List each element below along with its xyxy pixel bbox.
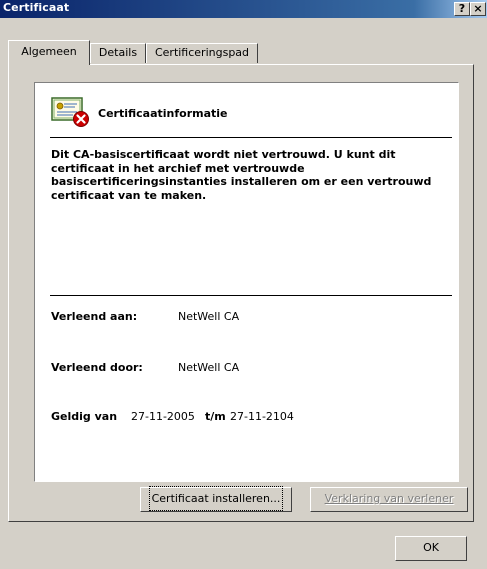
valid-to-label: t/m: [205, 410, 226, 423]
window-title: Certificaat: [3, 1, 70, 14]
certificate-info-box: Certificaatinformatie Dit CA-basiscertif…: [34, 82, 459, 482]
info-heading: Certificaatinformatie: [98, 107, 228, 120]
issued-to-value: NetWell CA: [178, 310, 240, 323]
ok-button[interactable]: OK: [395, 536, 467, 561]
middle-separator: [50, 295, 452, 296]
issued-to-label: Verleend aan:: [51, 310, 138, 323]
valid-from-label: Geldig van: [51, 410, 118, 423]
install-certificate-label: Certificaat installeren...: [148, 486, 284, 511]
trust-warning-message: Dit CA-basiscertificaat wordt niet vertr…: [51, 148, 432, 202]
tab-certificeringspad[interactable]: Certificeringspad: [146, 43, 258, 63]
certificate-dialog: Certificaat ? × Algemeen Details Certifi…: [0, 0, 487, 569]
issued-by-label: Verleend door:: [51, 361, 143, 374]
tab-algemeen[interactable]: Algemeen: [8, 40, 90, 65]
help-button[interactable]: ?: [454, 2, 470, 16]
valid-from-value: 27-11-2005: [131, 410, 195, 423]
tab-details[interactable]: Details: [90, 43, 146, 63]
valid-to-value: 27-11-2104: [230, 410, 294, 423]
title-bar[interactable]: Certificaat ? ×: [0, 0, 487, 18]
install-certificate-button[interactable]: Certificaat installeren...: [140, 486, 292, 512]
certificate-error-icon: [51, 96, 91, 128]
issuer-statement-button[interactable]: Verklaring van verlener: [310, 487, 468, 512]
close-button[interactable]: ×: [470, 2, 486, 16]
issued-by-value: NetWell CA: [178, 361, 240, 374]
top-separator: [50, 137, 452, 138]
issuer-statement-label: Verklaring van verlener: [324, 492, 454, 505]
